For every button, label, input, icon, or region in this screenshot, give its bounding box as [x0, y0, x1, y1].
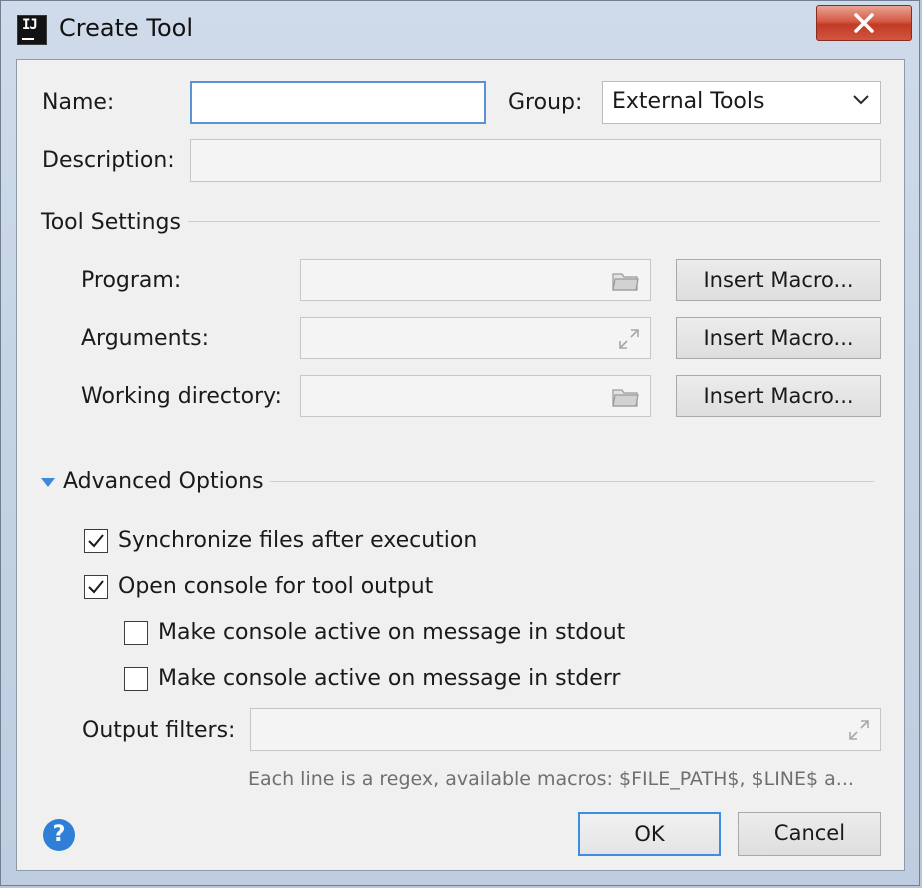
tool-settings-header: Tool Settings	[41, 210, 181, 235]
advanced-options-separator	[270, 481, 874, 482]
app-icon-text: IJ	[22, 17, 38, 33]
console-active-stdout-label[interactable]: Make console active on message in stdout	[158, 619, 625, 647]
folder-icon[interactable]	[612, 387, 640, 407]
checkmark-icon	[88, 580, 104, 594]
program-field[interactable]	[300, 259, 651, 301]
output-filters-input[interactable]	[251, 709, 880, 750]
expand-icon[interactable]	[617, 327, 641, 351]
console-active-stdout-checkbox[interactable]	[124, 621, 148, 645]
arguments-input[interactable]	[301, 318, 650, 358]
sync-files-label[interactable]: Synchronize files after execution	[118, 527, 477, 555]
working-directory-label: Working directory:	[81, 384, 282, 409]
open-console-label[interactable]: Open console for tool output	[118, 573, 433, 601]
expand-icon[interactable]	[847, 718, 871, 742]
group-dropdown[interactable]: External Tools	[602, 81, 881, 124]
open-console-checkbox[interactable]	[84, 575, 108, 599]
tool-settings-separator	[188, 221, 880, 222]
title-bar[interactable]: IJ Create Tool	[1, 1, 919, 59]
checkmark-icon	[88, 534, 104, 548]
cancel-button[interactable]: Cancel	[738, 812, 881, 856]
dialog-content: Name: Group: External Tools Description:…	[16, 59, 905, 871]
group-label: Group:	[508, 90, 583, 115]
name-field[interactable]	[190, 81, 486, 124]
arguments-insert-macro-button[interactable]: Insert Macro...	[676, 317, 881, 359]
ok-button[interactable]: OK	[578, 812, 721, 856]
arguments-label: Arguments:	[81, 326, 210, 351]
chevron-down-icon	[853, 95, 869, 105]
working-directory-input[interactable]	[301, 376, 650, 416]
console-active-stderr-checkbox[interactable]	[124, 667, 148, 691]
name-input[interactable]	[192, 83, 484, 122]
program-input[interactable]	[301, 260, 650, 300]
help-icon[interactable]: ?	[43, 819, 75, 851]
description-label: Description:	[42, 148, 175, 173]
name-label: Name:	[42, 90, 115, 115]
window-title: Create Tool	[59, 14, 193, 42]
description-field[interactable]	[190, 139, 881, 182]
working-directory-insert-macro-button[interactable]: Insert Macro...	[676, 375, 881, 417]
working-directory-field[interactable]	[300, 375, 651, 417]
program-insert-macro-button[interactable]: Insert Macro...	[676, 259, 881, 301]
program-label: Program:	[81, 268, 182, 293]
arguments-field[interactable]	[300, 317, 651, 359]
description-input[interactable]	[191, 140, 880, 181]
output-filters-field[interactable]	[250, 708, 881, 751]
sync-files-checkbox[interactable]	[84, 529, 108, 553]
create-tool-dialog: IJ Create Tool Name: Group: External Too…	[0, 0, 920, 886]
close-icon	[854, 13, 874, 33]
console-active-stderr-label[interactable]: Make console active on message in stderr	[158, 665, 620, 693]
intellij-app-icon: IJ	[17, 15, 47, 45]
expand-triangle-icon[interactable]	[41, 478, 55, 487]
output-filters-hint: Each line is a regex, available macros: …	[248, 768, 854, 790]
window-close-button[interactable]	[816, 5, 912, 41]
group-selected-value: External Tools	[612, 89, 765, 114]
output-filters-label: Output filters:	[82, 718, 236, 743]
folder-icon[interactable]	[612, 271, 640, 291]
advanced-options-header[interactable]: Advanced Options	[63, 468, 264, 496]
